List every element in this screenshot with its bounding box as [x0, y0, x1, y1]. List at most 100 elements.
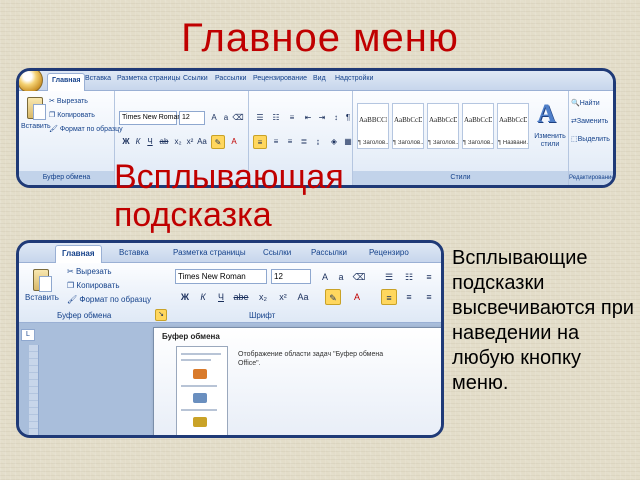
tab2-references[interactable]: Ссылки: [263, 248, 291, 257]
align-left2-icon[interactable]: ≡: [381, 289, 397, 305]
cut2-button[interactable]: ✂ Вырезать: [67, 267, 112, 276]
tab-home[interactable]: Главная: [47, 73, 86, 91]
clipboard-group: Вставить ✂ Вырезать ❐ Копировать 🖌 Форма…: [19, 91, 123, 185]
subscript2-icon[interactable]: x₂: [255, 289, 271, 305]
copy-button[interactable]: ❐ Копировать: [49, 111, 95, 119]
change-case-icon[interactable]: Aa: [195, 135, 209, 149]
replace-button[interactable]: ⇄Заменить: [571, 117, 608, 125]
tab2-review[interactable]: Рецензиро: [369, 248, 409, 257]
tab-review[interactable]: Рецензирование: [253, 75, 307, 82]
tooltip-description: Отображение области задач "Буфер обмена …: [238, 351, 384, 367]
clipboard-tooltip: Буфер обмена Отображение области задач "…: [153, 327, 441, 435]
italic2-icon[interactable]: К: [195, 289, 211, 305]
find-button[interactable]: 🔍Найти: [571, 99, 600, 107]
superscript2-icon[interactable]: x²: [275, 289, 291, 305]
font-name-select[interactable]: Times New Roman: [119, 111, 181, 125]
ribbon2-body: Вставить ✂ Вырезать ❐ Копировать 🖌 Форма…: [19, 263, 441, 323]
scissors2-icon: ✂: [67, 267, 76, 276]
numbering2-icon[interactable]: ☷: [401, 269, 417, 285]
paste-button[interactable]: Вставить: [21, 123, 51, 130]
tab-view[interactable]: Вид: [313, 75, 326, 82]
clipboard2-group-label: Буфер обмена: [57, 311, 112, 320]
office-button-icon[interactable]: [19, 71, 43, 93]
bold2-icon[interactable]: Ж: [177, 289, 193, 305]
align-right2-icon[interactable]: ≡: [421, 289, 437, 305]
justify-icon[interactable]: ≣: [297, 135, 311, 149]
tab2-home[interactable]: Главная: [55, 245, 102, 263]
underline2-icon[interactable]: Ч: [213, 289, 229, 305]
side-explanation: Всплывающие подсказки высвечиваются при …: [452, 247, 634, 394]
change-styles-icon[interactable]: A: [537, 99, 556, 129]
shrink-font2-icon[interactable]: a: [333, 269, 349, 285]
align-center2-icon[interactable]: ≡: [401, 289, 417, 305]
format-painter2-button[interactable]: 🖌 Формат по образцу: [67, 295, 151, 304]
font2-size-select[interactable]: 12: [271, 269, 311, 284]
underline-icon[interactable]: Ч: [143, 135, 157, 149]
editing-group-label: Редактирование: [569, 171, 613, 185]
brush-icon: 🖌: [49, 126, 60, 133]
clipboard-group-label: Буфер обмена: [19, 171, 114, 185]
vertical-ruler: [29, 345, 39, 435]
change-styles-button[interactable]: Изменить стили: [533, 133, 567, 149]
font2-group-label: Шрифт: [249, 311, 276, 320]
tab2-page-layout[interactable]: Разметка страницы: [173, 248, 246, 257]
tooltip-title: Буфер обмена: [162, 332, 220, 341]
select-button[interactable]: ⬚Выделить: [571, 135, 610, 143]
copy-icon: ❐: [49, 112, 58, 119]
brush2-icon: 🖌: [67, 295, 80, 304]
clipboard-launcher-icon[interactable]: ↘: [155, 309, 167, 321]
strikethrough2-icon[interactable]: abe: [233, 289, 249, 305]
tab-addins[interactable]: Надстройки: [335, 75, 373, 82]
paste2-button[interactable]: Вставить: [25, 293, 59, 302]
tab2-mailings[interactable]: Рассылки: [311, 248, 347, 257]
tab-mailings[interactable]: Рассылки: [215, 75, 246, 82]
highlight-icon[interactable]: ✎: [211, 135, 225, 149]
tab-page-layout[interactable]: Разметка страницы: [117, 75, 181, 82]
slide-title: Главное меню: [181, 16, 459, 60]
editing-group: 🔍Найти ⇄Заменить ⬚Выделить Редактировани…: [569, 91, 613, 185]
tab-references[interactable]: Ссылки: [183, 75, 208, 82]
grow-font2-icon[interactable]: A: [317, 269, 333, 285]
ribbon-tab-bar: Главная Вставка Разметка страницы Ссылки…: [19, 71, 613, 93]
copy2-icon: ❐: [67, 281, 77, 290]
line-spacing-icon[interactable]: ↨: [311, 135, 325, 149]
tooltip-heading: Всплывающая подсказка: [114, 158, 344, 234]
select-icon: ⬚: [571, 136, 578, 143]
find-icon: 🔍: [571, 100, 580, 107]
tab-stop-selector[interactable]: L: [21, 329, 35, 341]
font-color2-icon[interactable]: A: [349, 289, 365, 305]
paste2-icon[interactable]: [33, 269, 52, 292]
font2-name-select[interactable]: Times New Roman: [175, 269, 267, 284]
change-case2-icon[interactable]: Aa: [295, 289, 311, 305]
cut-button[interactable]: ✂ Вырезать: [49, 97, 88, 105]
style-tile-3[interactable]: AaBbCcDd ¶ Заголов...: [427, 103, 459, 149]
bullets-icon[interactable]: ☰: [253, 111, 267, 125]
numbering-icon[interactable]: ☷: [269, 111, 283, 125]
style-tile-5[interactable]: AaBbCcDc ¶ Названи...: [497, 103, 529, 149]
style-tile-1[interactable]: AaBBCCI ¶ Заголов...: [357, 103, 389, 149]
multilevel-list-icon[interactable]: ≡: [285, 111, 299, 125]
shading-icon[interactable]: ◈: [327, 135, 341, 149]
style-tile-2[interactable]: AaBbCcDd ¶ Заголов...: [392, 103, 424, 149]
clear-format2-icon[interactable]: ⌫: [351, 269, 367, 285]
align-center-icon[interactable]: ≡: [269, 135, 283, 149]
font-size-select[interactable]: 12: [179, 111, 205, 125]
clear-format-icon[interactable]: ⌫: [231, 111, 245, 125]
copy2-button[interactable]: ❐ Копировать: [67, 281, 119, 290]
bullets2-icon[interactable]: ☰: [381, 269, 397, 285]
strikethrough-icon[interactable]: ab: [157, 135, 171, 149]
ribbon2-tab-bar: Главная Вставка Разметка страницы Ссылки…: [19, 243, 441, 263]
tab2-insert[interactable]: Вставка: [119, 248, 149, 257]
align-right-icon[interactable]: ≡: [283, 135, 297, 149]
style-tile-4[interactable]: AaBbCcDc ¶ Заголов...: [462, 103, 494, 149]
increase-indent-icon[interactable]: ⇥: [315, 111, 329, 125]
tab-insert[interactable]: Вставка: [85, 75, 111, 82]
highlight2-icon[interactable]: ✎: [325, 289, 341, 305]
format-painter-button[interactable]: 🖌 Формат по образцу: [49, 125, 123, 133]
font-color-icon[interactable]: A: [227, 135, 241, 149]
decrease-indent-icon[interactable]: ⇤: [301, 111, 315, 125]
align-left-icon[interactable]: ≡: [253, 135, 267, 149]
multilevel2-icon[interactable]: ≡: [421, 269, 437, 285]
tooltip-example-screenshot: Главная Вставка Разметка страницы Ссылки…: [16, 240, 444, 438]
paste-icon[interactable]: [27, 97, 46, 120]
